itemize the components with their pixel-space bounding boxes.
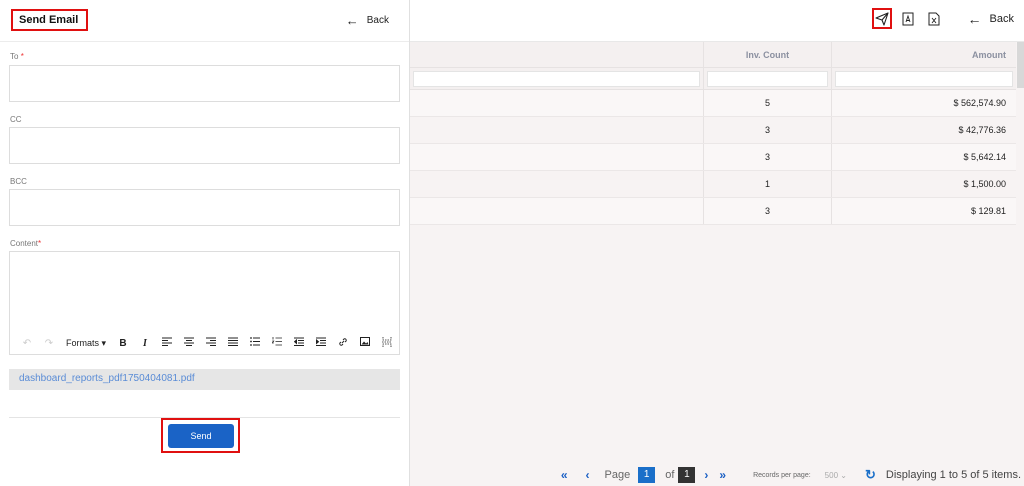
table-row[interactable]: 5 $ 562,574.90 (410, 90, 1016, 117)
table-header: Inv. Count Amount (410, 42, 1016, 68)
bcc-field[interactable] (9, 189, 400, 226)
table-header-left (410, 42, 704, 67)
excel-export-icon[interactable] (924, 9, 944, 29)
next-page-icon[interactable]: › (704, 468, 708, 482)
chevron-down-icon: ⌄ (840, 470, 847, 480)
filter-cell-left (410, 68, 704, 89)
page-break-icon[interactable] (376, 336, 398, 350)
amount-cell: $ 129.81 (970, 206, 1006, 216)
filter-cell-count (704, 68, 832, 89)
pagination-bar: « ‹ Page 1 of 1 › » Records per page: 50… (410, 464, 1024, 486)
indent-icon[interactable] (310, 337, 332, 349)
attachment-link[interactable]: dashboard_reports_pdf1750404081.pdf (9, 369, 400, 390)
pdf-export-icon[interactable] (898, 9, 918, 29)
amount-cell: $ 562,574.90 (953, 98, 1006, 108)
outdent-icon[interactable] (288, 337, 310, 349)
send-button-highlight: Send (161, 418, 240, 453)
align-center-icon[interactable] (178, 337, 200, 349)
background-back-label: Back (989, 12, 1014, 25)
inv-count-cell: 5 (704, 90, 832, 116)
back-label: Back (366, 15, 389, 26)
to-field[interactable] (9, 65, 400, 102)
amount-cell: $ 42,776.36 (958, 125, 1006, 135)
send-button[interactable]: Send (168, 424, 234, 448)
panel-header: Send Email ← Back (0, 0, 409, 42)
formats-dropdown[interactable]: Formats ▾ (62, 338, 110, 349)
filter-row (410, 68, 1016, 90)
refresh-icon[interactable]: ↻ (865, 467, 876, 483)
records-per-page-select[interactable]: 500 ⌄ (825, 471, 847, 480)
align-right-icon[interactable] (200, 337, 222, 349)
content-editor[interactable]: ↶ ↷ Formats ▾ B I (9, 251, 400, 355)
first-page-icon[interactable]: « (561, 468, 568, 482)
column-header-inv-count[interactable]: Inv. Count (704, 42, 832, 67)
link-icon[interactable] (332, 337, 354, 350)
table-cell (410, 144, 704, 170)
current-page-input[interactable]: 1 (638, 467, 656, 483)
records-per-page-label: Records per page: (753, 471, 811, 479)
top-toolbar: ← Back (410, 0, 1024, 42)
back-link[interactable]: ← Back (346, 13, 389, 28)
invoice-table: Inv. Count Amount 5 $ 562,574.90 3 $ 42,… (410, 42, 1016, 225)
table-cell (410, 171, 704, 197)
align-justify-icon[interactable] (222, 337, 244, 349)
toolbar-icons: ← Back (871, 8, 1014, 29)
bcc-label: BCC (10, 177, 27, 186)
arrow-left-icon: ← (967, 10, 982, 27)
inv-count-cell: 3 (704, 144, 832, 170)
prev-page-icon[interactable]: ‹ (586, 468, 590, 482)
caret-down-icon: ▾ (101, 337, 107, 348)
scrollbar-thumb[interactable] (1017, 42, 1024, 88)
send-email-panel: Send Email ← Back To * CC BCC Content* ↶… (0, 0, 410, 486)
amount-cell: $ 5,642.14 (963, 152, 1006, 162)
content-label-text: Content (10, 239, 39, 248)
table-row[interactable]: 1 $ 1,500.00 (410, 171, 1016, 198)
table-body: 5 $ 562,574.90 3 $ 42,776.36 3 $ 5,642.1… (410, 90, 1016, 225)
background-back-link[interactable]: ← Back (968, 11, 1014, 27)
cc-label: CC (10, 115, 22, 124)
content-label: Content* (10, 239, 41, 248)
page-label: Page (604, 469, 631, 481)
amount-cell: $ 1,500.00 (963, 179, 1006, 189)
undo-icon[interactable]: ↶ (16, 338, 38, 349)
inv-count-cell: 3 (704, 198, 832, 224)
table-cell (410, 90, 704, 116)
italic-icon[interactable]: I (134, 338, 156, 349)
required-marker: * (20, 52, 24, 61)
arrow-left-icon: ← (345, 13, 359, 28)
to-label-text: To (10, 52, 19, 61)
inv-count-filter-input[interactable] (707, 70, 828, 87)
display-summary: Displaying 1 to 5 of 5 items. (885, 469, 1021, 481)
table-cell (410, 117, 704, 143)
total-pages: 1 (678, 467, 696, 483)
formats-label: Formats (65, 337, 99, 348)
image-icon[interactable] (354, 337, 376, 349)
inv-count-cell: 3 (704, 117, 832, 143)
bold-icon[interactable]: B (112, 338, 134, 349)
numbered-list-icon[interactable] (266, 337, 288, 349)
inv-count-cell: 1 (704, 171, 832, 197)
redo-icon[interactable]: ↷ (38, 338, 60, 349)
required-marker: * (38, 239, 42, 248)
to-label: To * (10, 52, 24, 61)
records-per-page-value: 500 (824, 470, 839, 480)
table-row[interactable]: 3 $ 129.81 (410, 198, 1016, 225)
amount-filter-input[interactable] (835, 70, 1013, 87)
table-row[interactable]: 3 $ 5,642.14 (410, 144, 1016, 171)
table-cell (410, 198, 704, 224)
bullet-list-icon[interactable] (244, 337, 266, 349)
of-label: of (665, 469, 675, 481)
align-left-icon[interactable] (156, 337, 178, 349)
editor-toolbar: ↶ ↷ Formats ▾ B I (10, 332, 399, 354)
filter-cell-amount (832, 68, 1016, 89)
column-header-amount[interactable]: Amount (832, 42, 1016, 67)
filter-input[interactable] (413, 70, 700, 87)
last-page-icon[interactable]: » (719, 468, 726, 482)
table-row[interactable]: 3 $ 42,776.36 (410, 117, 1016, 144)
cc-field[interactable] (9, 127, 400, 164)
send-email-icon[interactable] (871, 8, 892, 29)
panel-title: Send Email (11, 9, 88, 31)
